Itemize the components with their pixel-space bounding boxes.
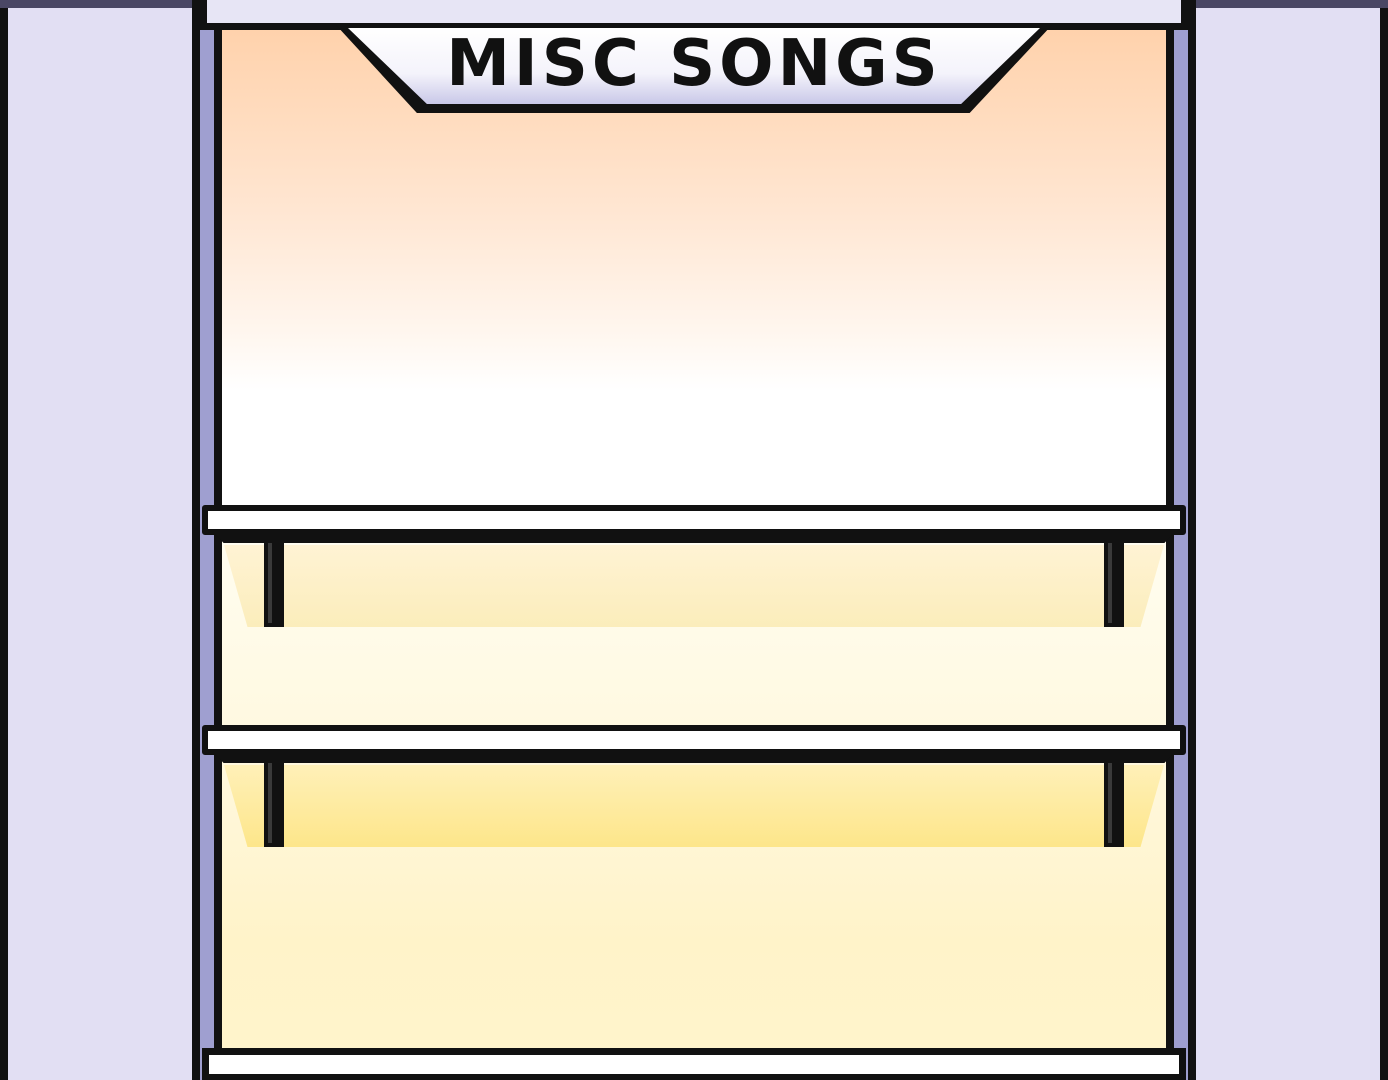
shelf-lower-bracket-left	[264, 763, 284, 847]
left-wall-top-trim	[0, 0, 194, 8]
shelf-upper-bracket-left	[264, 543, 284, 627]
shelf-lower-bracket-right	[1104, 763, 1124, 847]
lower-shelf-light	[224, 765, 1164, 847]
category-sign-title: MISC SONGS	[446, 27, 942, 101]
upper-shelf-light	[224, 545, 1164, 627]
right-wall	[1192, 0, 1388, 1080]
shelf-lower[interactable]	[202, 725, 1186, 755]
shelf-upper-underside	[214, 533, 1174, 543]
shelf-lower-underside	[214, 753, 1174, 763]
right-wall-top-trim	[1194, 0, 1388, 8]
left-wall	[0, 0, 192, 1080]
music-shelf-scene: MISC SONGS	[0, 0, 1388, 1080]
cabinet-bottom-ledge	[202, 1048, 1186, 1080]
shelf-upper-bracket-right	[1104, 543, 1124, 627]
shelf-upper[interactable]	[202, 505, 1186, 535]
